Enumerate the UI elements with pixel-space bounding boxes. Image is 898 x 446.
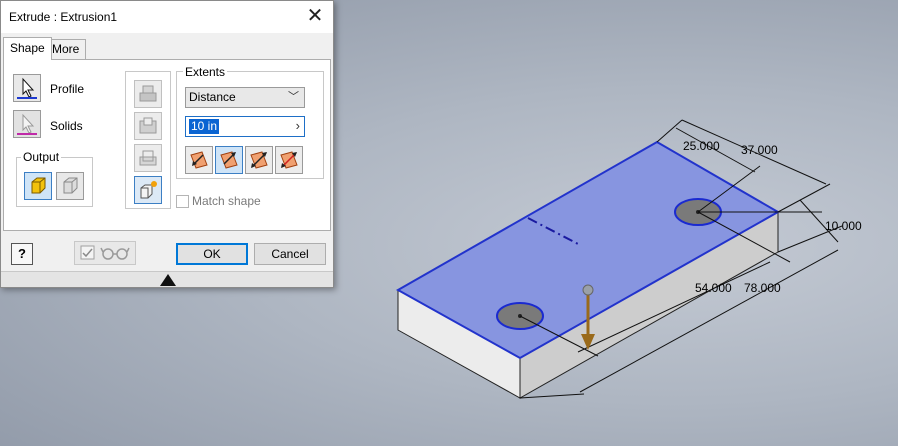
operation-buttons-column: [125, 71, 171, 209]
help-icon: ?: [18, 246, 26, 261]
help-button[interactable]: ?: [11, 243, 33, 265]
dialog-titlebar[interactable]: Extrude : Extrusion1 ✕: [1, 1, 333, 33]
output-surface-button[interactable]: [56, 172, 84, 200]
chevron-right-icon[interactable]: ›: [296, 118, 300, 133]
solids-select-button[interactable]: [13, 110, 41, 138]
cancel-button[interactable]: Cancel: [254, 243, 326, 265]
distance-input[interactable]: 10 in ›: [185, 116, 305, 137]
dimension-25[interactable]: 25.000: [683, 139, 720, 153]
direction-symmetric-icon: [250, 151, 268, 169]
checkmark-icon[interactable]: [80, 245, 96, 261]
collapse-up-icon[interactable]: [160, 274, 176, 286]
direction-default-button[interactable]: [185, 146, 213, 174]
direction-asymmetric-button[interactable]: [275, 146, 303, 174]
join-icon: [139, 85, 157, 102]
extents-group: Extents Distance ﹀ 10 in ›: [176, 65, 324, 179]
chevron-down-icon: ﹀: [288, 91, 299, 103]
match-shape-label: Match shape: [192, 194, 261, 208]
profile-label: Profile: [50, 82, 85, 96]
ok-button[interactable]: OK: [176, 243, 248, 265]
extrude-dialog[interactable]: Extrude : Extrusion1 ✕ Shape More Profil…: [0, 0, 334, 288]
operation-new-solid-button[interactable]: [134, 176, 162, 204]
output-solid-button[interactable]: [24, 172, 52, 200]
dimension-37[interactable]: 37.000: [741, 143, 778, 157]
dimension-54[interactable]: 54.000: [695, 281, 732, 295]
preview-toggle-group[interactable]: [74, 241, 136, 265]
operation-cut-button[interactable]: [134, 112, 162, 140]
match-shape-checkbox[interactable]: [176, 195, 189, 208]
direction-default-icon: [190, 151, 208, 169]
extents-label: Extents: [183, 65, 228, 79]
output-group: Output: [16, 150, 93, 207]
glasses-icon[interactable]: [100, 245, 130, 261]
direction-flipped-button[interactable]: [215, 146, 243, 174]
shape-tab-panel: Profile Solids Output Extents Distance ﹀…: [3, 59, 331, 231]
cursor-arrow-icon: [17, 77, 37, 99]
direction-symmetric-button[interactable]: [245, 146, 273, 174]
operation-join-button[interactable]: [134, 80, 162, 108]
tab-shape[interactable]: Shape: [3, 37, 52, 60]
dimension-10[interactable]: 10.000: [825, 219, 862, 233]
operation-intersect-button[interactable]: [134, 144, 162, 172]
cursor-arrow-icon: [17, 113, 37, 135]
profile-select-button[interactable]: [13, 74, 41, 102]
solids-label: Solids: [50, 119, 83, 133]
dialog-title: Extrude : Extrusion1: [9, 10, 118, 24]
distance-input-value[interactable]: 10 in: [189, 119, 220, 134]
direction-flipped-icon: [220, 151, 238, 169]
intersect-icon: [139, 150, 157, 166]
extents-type-select[interactable]: Distance ﹀: [185, 87, 305, 108]
output-label: Output: [21, 150, 62, 164]
close-icon[interactable]: ✕: [303, 5, 327, 29]
solid-cube-icon: [31, 177, 46, 194]
new-solid-icon: [140, 181, 157, 199]
dimension-78[interactable]: 78.000: [744, 281, 781, 295]
cut-icon: [139, 117, 157, 134]
surface-cube-icon: [63, 177, 78, 194]
direction-asymmetric-icon: [280, 151, 298, 169]
extents-type-value: Distance: [189, 90, 236, 104]
